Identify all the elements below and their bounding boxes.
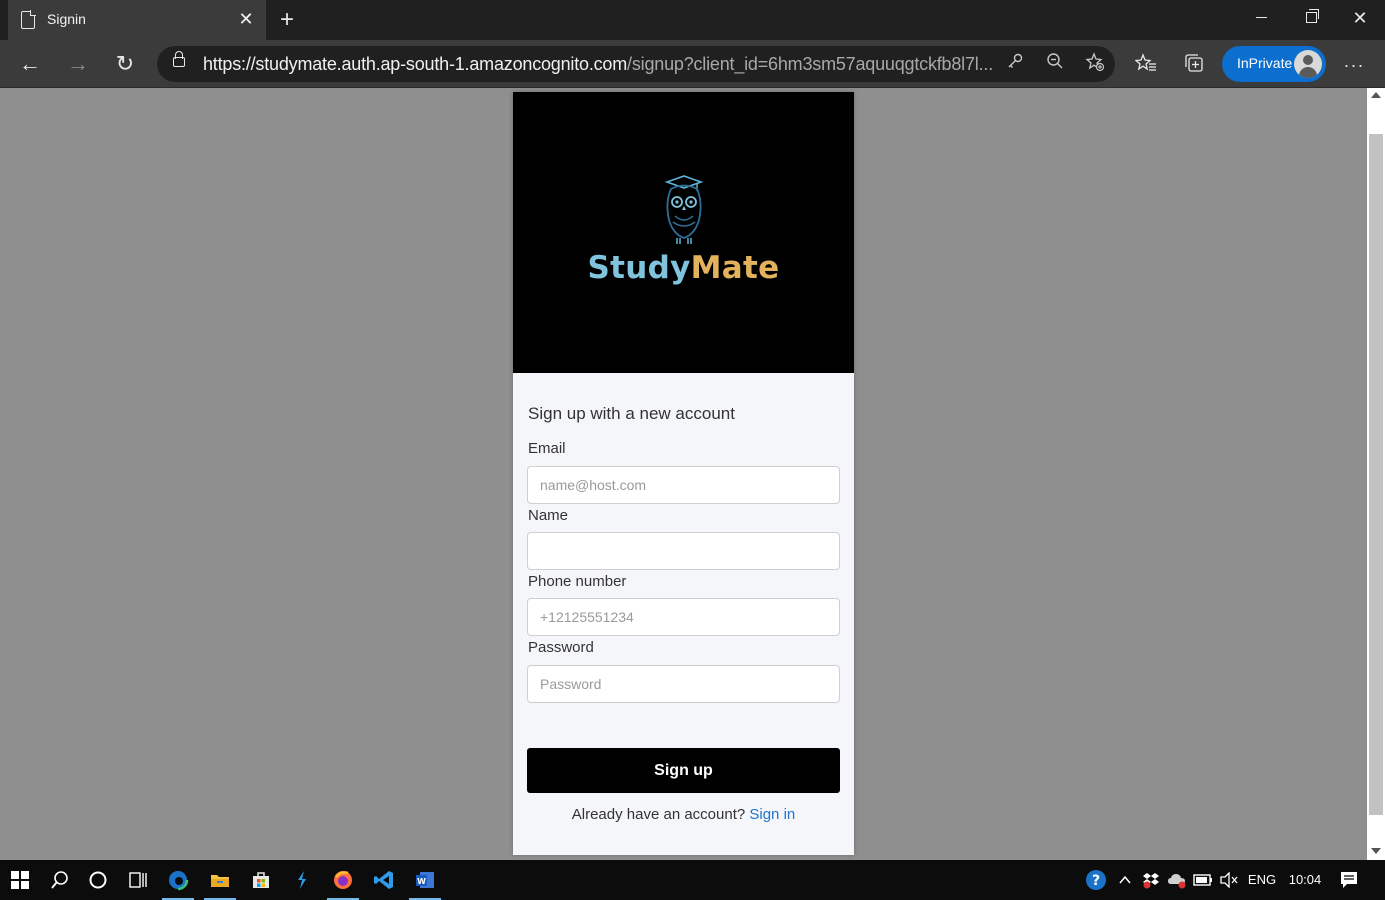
file-explorer-icon[interactable] bbox=[200, 860, 240, 900]
search-icon[interactable] bbox=[40, 860, 80, 900]
onedrive-icon[interactable] bbox=[1166, 860, 1188, 900]
lock-icon[interactable] bbox=[173, 51, 185, 67]
password-field[interactable] bbox=[527, 665, 840, 703]
refresh-icon[interactable]: ↻ bbox=[109, 48, 141, 80]
url-text[interactable]: https://studymate.auth.ap-south-1.amazon… bbox=[203, 54, 993, 75]
signin-prompt: Already have an account? Sign in bbox=[513, 806, 854, 823]
inprivate-button[interactable]: InPrivate bbox=[1222, 46, 1326, 82]
scroll-down-arrow-icon[interactable] bbox=[1371, 848, 1381, 854]
minimize-button[interactable] bbox=[1238, 4, 1284, 32]
collections-icon[interactable] bbox=[1181, 52, 1207, 78]
address-bar[interactable]: https://studymate.auth.ap-south-1.amazon… bbox=[157, 46, 1115, 82]
store-icon[interactable] bbox=[241, 860, 281, 900]
logo-banner: StudyMate bbox=[513, 92, 854, 373]
scroll-thumb[interactable] bbox=[1369, 134, 1383, 815]
url-host: https://studymate.auth.ap-south-1.amazon… bbox=[203, 54, 628, 74]
close-window-button[interactable]: ✕ bbox=[1337, 4, 1383, 32]
task-view-icon[interactable] bbox=[118, 860, 158, 900]
owl-logo-icon bbox=[664, 175, 704, 244]
tab-title: Signin bbox=[47, 11, 86, 27]
help-icon[interactable]: ? bbox=[1082, 860, 1110, 900]
restore-button[interactable] bbox=[1288, 4, 1334, 32]
phone-label: Phone number bbox=[528, 573, 627, 590]
phone-field[interactable] bbox=[527, 598, 840, 636]
minimize-icon bbox=[1255, 16, 1267, 18]
signin-link[interactable]: Sign in bbox=[749, 806, 795, 823]
clock[interactable]: 10:04 bbox=[1284, 860, 1326, 900]
notifications-icon[interactable] bbox=[1336, 860, 1362, 900]
word-icon[interactable]: W bbox=[405, 860, 445, 900]
brand-part-2: Mate bbox=[690, 250, 780, 286]
windows-start-icon[interactable] bbox=[0, 860, 40, 900]
visual-studio-icon[interactable] bbox=[282, 860, 322, 900]
page-scrollbar[interactable] bbox=[1367, 88, 1385, 860]
title-bar: Signin ✕ + ✕ bbox=[0, 0, 1385, 40]
scroll-up-arrow-icon[interactable] bbox=[1371, 92, 1381, 98]
add-favorite-icon[interactable] bbox=[1083, 52, 1107, 76]
language-indicator[interactable]: ENG bbox=[1244, 860, 1280, 900]
brand-wordmark: StudyMate bbox=[513, 250, 854, 286]
email-label: Email bbox=[528, 440, 566, 457]
more-options-icon[interactable]: ··· bbox=[1341, 52, 1367, 78]
page-icon bbox=[21, 10, 36, 29]
already-account-text: Already have an account? bbox=[571, 806, 746, 823]
email-field[interactable] bbox=[527, 466, 840, 504]
battery-icon[interactable] bbox=[1192, 860, 1214, 900]
edge-taskbar-icon[interactable] bbox=[158, 860, 198, 900]
signup-button[interactable]: Sign up bbox=[527, 748, 840, 793]
key-icon[interactable] bbox=[1003, 52, 1027, 76]
name-field[interactable] bbox=[527, 532, 840, 570]
vscode-icon[interactable] bbox=[364, 860, 404, 900]
svg-text:?: ? bbox=[1092, 873, 1100, 889]
restore-icon bbox=[1305, 9, 1319, 23]
browser-toolbar: ← → ↻ https://studymate.auth.ap-south-1.… bbox=[0, 40, 1385, 88]
dropbox-icon[interactable] bbox=[1140, 860, 1162, 900]
chevron-up-icon[interactable] bbox=[1116, 860, 1134, 900]
firefox-icon[interactable] bbox=[323, 860, 363, 900]
svg-text:W: W bbox=[417, 877, 426, 886]
inprivate-label: InPrivate bbox=[1237, 55, 1293, 71]
zoom-out-icon[interactable] bbox=[1043, 52, 1067, 76]
url-path: /signup?client_id=6hm3sm57aquuqgtckfb8l7… bbox=[627, 54, 993, 74]
cortana-icon[interactable] bbox=[78, 860, 118, 900]
back-arrow-icon[interactable]: ← bbox=[14, 48, 46, 80]
signup-card: StudyMate Sign up with a new account Ema… bbox=[513, 92, 854, 855]
volume-muted-icon[interactable] bbox=[1218, 860, 1240, 900]
brand-part-1: Study bbox=[587, 250, 691, 286]
browser-tab[interactable]: Signin ✕ bbox=[8, 0, 266, 40]
name-label: Name bbox=[528, 507, 569, 524]
close-tab-icon[interactable]: ✕ bbox=[234, 7, 258, 31]
favorites-icon[interactable] bbox=[1133, 52, 1159, 78]
password-label: Password bbox=[528, 639, 594, 656]
forward-arrow-icon[interactable]: → bbox=[62, 48, 94, 80]
form-title: Sign up with a new account bbox=[528, 404, 735, 423]
profile-avatar-icon bbox=[1294, 50, 1322, 78]
new-tab-button[interactable]: + bbox=[275, 6, 299, 34]
taskbar: W ? ENG 10:04 bbox=[0, 860, 1385, 900]
